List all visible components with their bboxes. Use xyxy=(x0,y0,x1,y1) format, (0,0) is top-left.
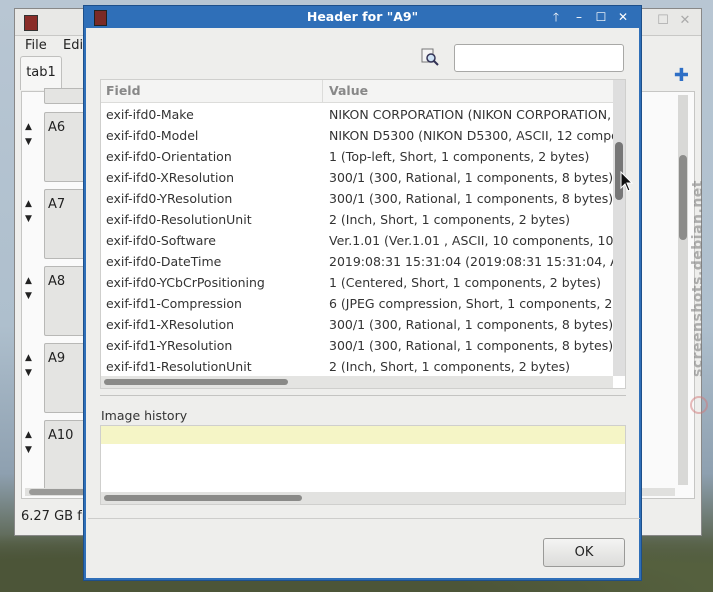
image-history-list xyxy=(100,425,626,505)
table-row[interactable]: exif-ifd1-YResolution 300/1 (300, Rationa… xyxy=(101,335,613,356)
keep-above-icon[interactable]: 🡑 xyxy=(548,9,564,25)
table-body: exif-ifd0-Make NIKON CORPORATION (NIKON C… xyxy=(101,104,613,377)
exif-table: Field Value exif-ifd0-Make NIKON CORPORAT… xyxy=(100,79,626,389)
close-icon[interactable]: ✕ xyxy=(615,9,631,25)
value-cell: 2 (Inch, Short, 1 components, 2 bytes) xyxy=(329,359,570,374)
table-row[interactable]: exif-ifd0-Orientation 1 (Top-left, Short,… xyxy=(101,146,613,167)
field-cell: exif-ifd0-Orientation xyxy=(106,149,232,164)
header-dialog: Header for "A9" 🡑 – ☐ ✕ Field Value exif… xyxy=(83,5,642,581)
table-row[interactable]: exif-ifd1-Compression 6 (JPEG compression… xyxy=(101,293,613,314)
horizontal-scrollbar[interactable] xyxy=(101,492,625,504)
item-label: A9 xyxy=(48,351,66,366)
history-selected-row[interactable] xyxy=(101,426,625,444)
value-cell: 2019:08:31 15:31:04 (2019:08:31 15:31:04… xyxy=(329,254,613,269)
tab-tab1[interactable]: tab1 xyxy=(20,56,62,90)
scrollbar-thumb[interactable] xyxy=(104,379,288,385)
reorder-arrows-icon[interactable]: ▲ ▼ xyxy=(25,197,32,227)
item-label: A8 xyxy=(48,274,66,289)
search-input[interactable] xyxy=(454,44,624,72)
value-cell: 1 (Centered, Short, 1 components, 2 byte… xyxy=(329,275,602,290)
value-cell: 300/1 (300, Rational, 1 components, 8 by… xyxy=(329,338,613,353)
table-row[interactable]: exif-ifd0-YResolution 300/1 (300, Rationa… xyxy=(101,188,613,209)
value-cell: 300/1 (300, Rational, 1 components, 8 by… xyxy=(329,317,613,332)
scrollbar-thumb[interactable] xyxy=(29,489,89,495)
mouse-cursor-icon xyxy=(620,171,634,192)
field-cell: exif-ifd1-Compression xyxy=(106,296,242,311)
field-cell: exif-ifd0-Model xyxy=(106,128,199,143)
column-header-field[interactable]: Field xyxy=(106,83,141,98)
search-icon[interactable] xyxy=(421,48,439,66)
field-cell: exif-ifd0-YResolution xyxy=(106,191,233,206)
field-cell: exif-ifd0-DateTime xyxy=(106,254,222,269)
item-label: A10 xyxy=(48,428,74,443)
horizontal-scrollbar[interactable] xyxy=(101,376,613,388)
vertical-scrollbar[interactable] xyxy=(678,95,688,485)
scrollbar-thumb[interactable] xyxy=(679,155,687,240)
maximize-icon[interactable]: ☐ xyxy=(593,9,609,25)
field-cell: exif-ifd0-YCbCrPositioning xyxy=(106,275,265,290)
table-row[interactable]: exif-ifd0-YCbCrPositioning 1 (Centered, S… xyxy=(101,272,613,293)
app-icon xyxy=(24,15,38,31)
value-cell: NIKON CORPORATION (NIKON CORPORATION, AS… xyxy=(329,107,613,122)
field-cell: exif-ifd1-XResolution xyxy=(106,317,235,332)
separator xyxy=(88,518,640,519)
column-header-value[interactable]: Value xyxy=(329,83,368,98)
dialog-body: Field Value exif-ifd0-Make NIKON CORPORAT… xyxy=(86,28,640,578)
close-icon[interactable]: ✕ xyxy=(677,13,693,29)
add-tab-icon[interactable]: ✚ xyxy=(674,65,689,86)
reorder-arrows-icon[interactable]: ▲ ▼ xyxy=(25,274,32,304)
table-row[interactable]: exif-ifd0-XResolution 300/1 (300, Rationa… xyxy=(101,167,613,188)
vertical-scrollbar[interactable] xyxy=(613,80,625,376)
value-cell: NIKON D5300 (NIKON D5300, ASCII, 12 comp… xyxy=(329,128,613,143)
value-cell: 300/1 (300, Rational, 1 components, 8 by… xyxy=(329,170,613,185)
menu-file[interactable]: File xyxy=(25,38,47,53)
item-label: A6 xyxy=(48,120,66,135)
table-row[interactable]: exif-ifd0-Model NIKON D5300 (NIKON D5300,… xyxy=(101,125,613,146)
scrollbar-thumb[interactable] xyxy=(104,495,302,501)
minimize-icon[interactable]: – xyxy=(571,9,587,25)
reorder-arrows-icon[interactable]: ▲ ▼ xyxy=(25,120,32,150)
field-cell: exif-ifd0-Software xyxy=(106,233,216,248)
field-cell: exif-ifd0-Make xyxy=(106,107,194,122)
watermark: screenshots.debian.net xyxy=(690,180,706,377)
reorder-arrows-icon[interactable]: ▲ ▼ xyxy=(25,351,32,381)
reorder-arrows-icon[interactable]: ▲ ▼ xyxy=(25,428,32,458)
item-button[interactable] xyxy=(44,88,86,104)
value-cell: 300/1 (300, Rational, 1 components, 8 by… xyxy=(329,191,613,206)
item-label: A7 xyxy=(48,197,66,212)
table-row[interactable]: exif-ifd0-Make NIKON CORPORATION (NIKON C… xyxy=(101,104,613,125)
table-row[interactable]: exif-ifd1-ResolutionUnit 2 (Inch, Short, … xyxy=(101,356,613,377)
debian-logo-icon xyxy=(690,396,708,414)
maximize-icon[interactable]: ☐ xyxy=(655,13,671,29)
field-cell: exif-ifd1-ResolutionUnit xyxy=(106,359,252,374)
image-history-label: Image history xyxy=(101,408,188,423)
table-row[interactable]: exif-ifd0-Software Ver.1.01 (Ver.1.01 , A… xyxy=(101,230,613,251)
value-cell: 2 (Inch, Short, 1 components, 2 bytes) xyxy=(329,212,570,227)
value-cell: 6 (JPEG compression, Short, 1 components… xyxy=(329,296,613,311)
field-cell: exif-ifd1-YResolution xyxy=(106,338,233,353)
field-cell: exif-ifd0-ResolutionUnit xyxy=(106,212,252,227)
table-row[interactable]: exif-ifd0-DateTime 2019:08:31 15:31:04 (2… xyxy=(101,251,613,272)
field-cell: exif-ifd0-XResolution xyxy=(106,170,235,185)
table-row[interactable]: exif-ifd1-XResolution 300/1 (300, Rationa… xyxy=(101,314,613,335)
value-cell: 1 (Top-left, Short, 1 components, 2 byte… xyxy=(329,149,590,164)
ok-button[interactable]: OK xyxy=(543,538,625,567)
table-row[interactable]: exif-ifd0-ResolutionUnit 2 (Inch, Short, … xyxy=(101,209,613,230)
status-bar: 6.27 GB fr xyxy=(21,509,88,524)
table-header: Field Value xyxy=(101,80,613,103)
pane-divider[interactable] xyxy=(100,395,626,396)
value-cell: Ver.1.01 (Ver.1.01 , ASCII, 10 component… xyxy=(329,233,613,248)
